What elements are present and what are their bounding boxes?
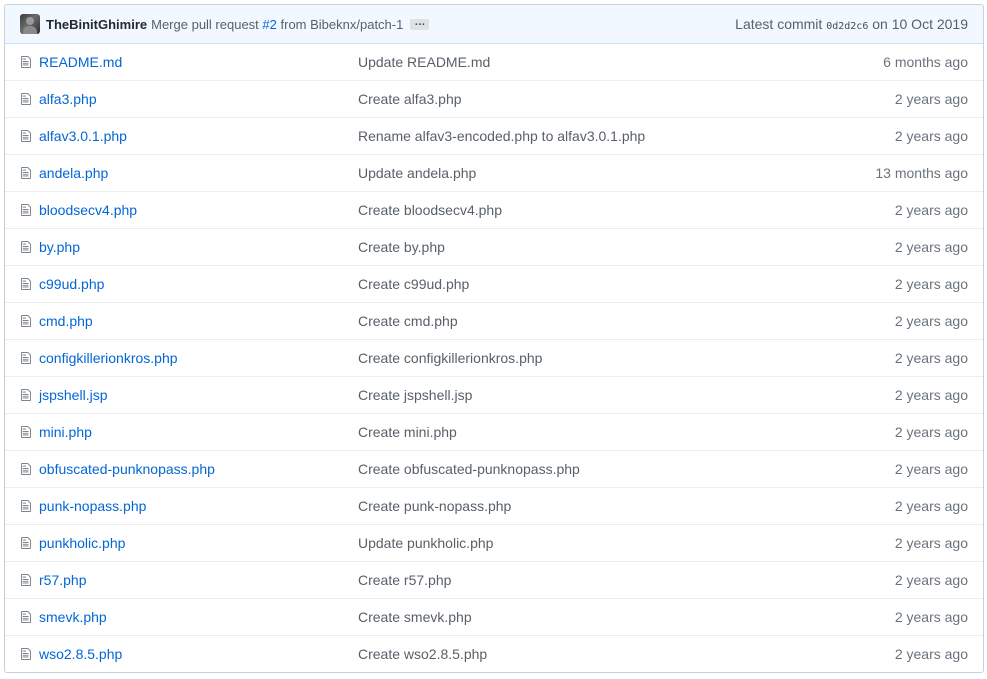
file-icon	[21, 278, 31, 290]
file-icon	[21, 537, 31, 549]
file-commit-age: 13 months ago	[875, 165, 968, 181]
file-icon	[21, 167, 31, 179]
file-row-5: by.php Create by.php 2 years ago	[5, 228, 983, 265]
file-commit-age: 2 years ago	[894, 387, 968, 403]
file-icon	[21, 463, 31, 475]
file-row-4: bloodsecv4.php Create bloodsecv4.php 2 y…	[5, 191, 983, 228]
file-icon	[21, 315, 31, 327]
commit-author[interactable]: TheBinitGhimire	[46, 17, 147, 32]
file-row-0: README.md Update README.md 6 months ago	[5, 44, 983, 80]
file-name-link[interactable]: c99ud.php	[39, 276, 104, 292]
file-commit-message-link[interactable]: Create alfa3.php	[358, 91, 462, 107]
file-row-3: andela.php Update andela.php 13 months a…	[5, 154, 983, 191]
file-commit-message-link[interactable]: Create punk-nopass.php	[358, 498, 511, 514]
pull-request-link[interactable]: #2	[262, 17, 276, 32]
file-icon	[21, 204, 31, 216]
file-row-10: mini.php Create mini.php 2 years ago	[5, 413, 983, 450]
commit-message[interactable]: Merge pull request #2 from Bibeknx/patch…	[151, 17, 403, 32]
file-commit-message-link[interactable]: Create bloodsecv4.php	[358, 202, 502, 218]
file-commit-age: 2 years ago	[894, 609, 968, 625]
file-commit-age: 2 years ago	[894, 498, 968, 514]
file-icon	[21, 500, 31, 512]
file-commit-message-link[interactable]: Update punkholic.php	[358, 535, 493, 551]
file-commit-age: 2 years ago	[894, 572, 968, 588]
file-icon	[21, 241, 31, 253]
file-name-link[interactable]: mini.php	[39, 424, 92, 440]
latest-commit-label: Latest commit	[735, 16, 823, 32]
file-icon	[21, 611, 31, 623]
file-name-link[interactable]: obfuscated-punknopass.php	[39, 461, 215, 477]
file-commit-age: 2 years ago	[894, 646, 968, 662]
latest-commit-bar: TheBinitGhimire Merge pull request #2 fr…	[5, 5, 983, 44]
commit-message-prefix[interactable]: Merge pull request	[151, 17, 259, 32]
file-name-link[interactable]: punk-nopass.php	[39, 498, 146, 514]
file-rows: README.md Update README.md 6 months ago …	[5, 44, 983, 672]
file-name-link[interactable]: andela.php	[39, 165, 108, 181]
file-commit-age: 2 years ago	[894, 91, 968, 107]
file-commit-message-link[interactable]: Create by.php	[358, 239, 445, 255]
file-name-link[interactable]: wso2.8.5.php	[39, 646, 122, 662]
file-icon	[21, 130, 31, 142]
file-name-link[interactable]: jspshell.jsp	[39, 387, 107, 403]
file-row-11: obfuscated-punknopass.php Create obfusca…	[5, 450, 983, 487]
file-name-link[interactable]: cmd.php	[39, 313, 93, 329]
file-name-link[interactable]: by.php	[39, 239, 80, 255]
file-commit-age: 2 years ago	[894, 424, 968, 440]
file-name-link[interactable]: README.md	[39, 54, 122, 70]
file-row-15: smevk.php Create smevk.php 2 years ago	[5, 598, 983, 635]
file-icon	[21, 574, 31, 586]
file-list: TheBinitGhimire Merge pull request #2 fr…	[4, 4, 984, 673]
author-avatar[interactable]	[20, 14, 40, 34]
file-row-14: r57.php Create r57.php 2 years ago	[5, 561, 983, 598]
file-name-link[interactable]: r57.php	[39, 572, 86, 588]
file-row-16: wso2.8.5.php Create wso2.8.5.php 2 years…	[5, 635, 983, 672]
file-commit-age: 2 years ago	[894, 535, 968, 551]
file-commit-message-link[interactable]: Create c99ud.php	[358, 276, 469, 292]
file-row-8: configkillerionkros.php Create configkil…	[5, 339, 983, 376]
file-row-7: cmd.php Create cmd.php 2 years ago	[5, 302, 983, 339]
file-row-13: punkholic.php Update punkholic.php 2 yea…	[5, 524, 983, 561]
file-commit-age: 2 years ago	[894, 276, 968, 292]
file-commit-age: 2 years ago	[894, 461, 968, 477]
file-commit-message-link[interactable]: Update andela.php	[358, 165, 476, 181]
file-icon	[21, 648, 31, 660]
commit-sha-link[interactable]: 0d2d2c6	[826, 21, 868, 32]
file-icon	[21, 352, 31, 364]
file-row-2: alfav3.0.1.php Rename alfav3-encoded.php…	[5, 117, 983, 154]
commit-date: on 10 Oct 2019	[872, 16, 968, 32]
file-commit-message-link[interactable]: Update README.md	[358, 54, 490, 70]
file-commit-message-link[interactable]: Create jspshell.jsp	[358, 387, 472, 403]
file-commit-message-link[interactable]: Create smevk.php	[358, 609, 472, 625]
file-row-12: punk-nopass.php Create punk-nopass.php 2…	[5, 487, 983, 524]
file-icon	[21, 426, 31, 438]
file-icon	[21, 389, 31, 401]
file-name-link[interactable]: configkillerionkros.php	[39, 350, 178, 366]
file-commit-message-link[interactable]: Rename alfav3-encoded.php to alfav3.0.1.…	[358, 128, 645, 144]
file-row-1: alfa3.php Create alfa3.php 2 years ago	[5, 80, 983, 117]
file-commit-age: 2 years ago	[894, 128, 968, 144]
file-row-6: c99ud.php Create c99ud.php 2 years ago	[5, 265, 983, 302]
file-commit-message-link[interactable]: Create obfuscated-punknopass.php	[358, 461, 580, 477]
file-commit-message-link[interactable]: Create mini.php	[358, 424, 457, 440]
file-commit-message-link[interactable]: Create wso2.8.5.php	[358, 646, 487, 662]
file-row-9: jspshell.jsp Create jspshell.jsp 2 years…	[5, 376, 983, 413]
file-commit-message-link[interactable]: Create cmd.php	[358, 313, 458, 329]
file-commit-age: 6 months ago	[883, 54, 968, 70]
latest-commit-info: Latest commit 0d2d2c6 on 10 Oct 2019	[735, 16, 968, 32]
file-commit-age: 2 years ago	[894, 239, 968, 255]
file-name-link[interactable]: bloodsecv4.php	[39, 202, 137, 218]
file-commit-message-link[interactable]: Create r57.php	[358, 572, 451, 588]
file-name-link[interactable]: alfav3.0.1.php	[39, 128, 127, 144]
file-icon	[21, 56, 31, 68]
file-name-link[interactable]: smevk.php	[39, 609, 107, 625]
commit-message-suffix[interactable]: from Bibeknx/patch-1	[281, 17, 404, 32]
expand-commit-message-button[interactable]: …	[410, 16, 430, 30]
file-name-link[interactable]: punkholic.php	[39, 535, 125, 551]
file-commit-age: 2 years ago	[894, 202, 968, 218]
file-icon	[21, 93, 31, 105]
file-commit-age: 2 years ago	[894, 350, 968, 366]
file-commit-age: 2 years ago	[894, 313, 968, 329]
file-commit-message-link[interactable]: Create configkillerionkros.php	[358, 350, 542, 366]
file-name-link[interactable]: alfa3.php	[39, 91, 97, 107]
